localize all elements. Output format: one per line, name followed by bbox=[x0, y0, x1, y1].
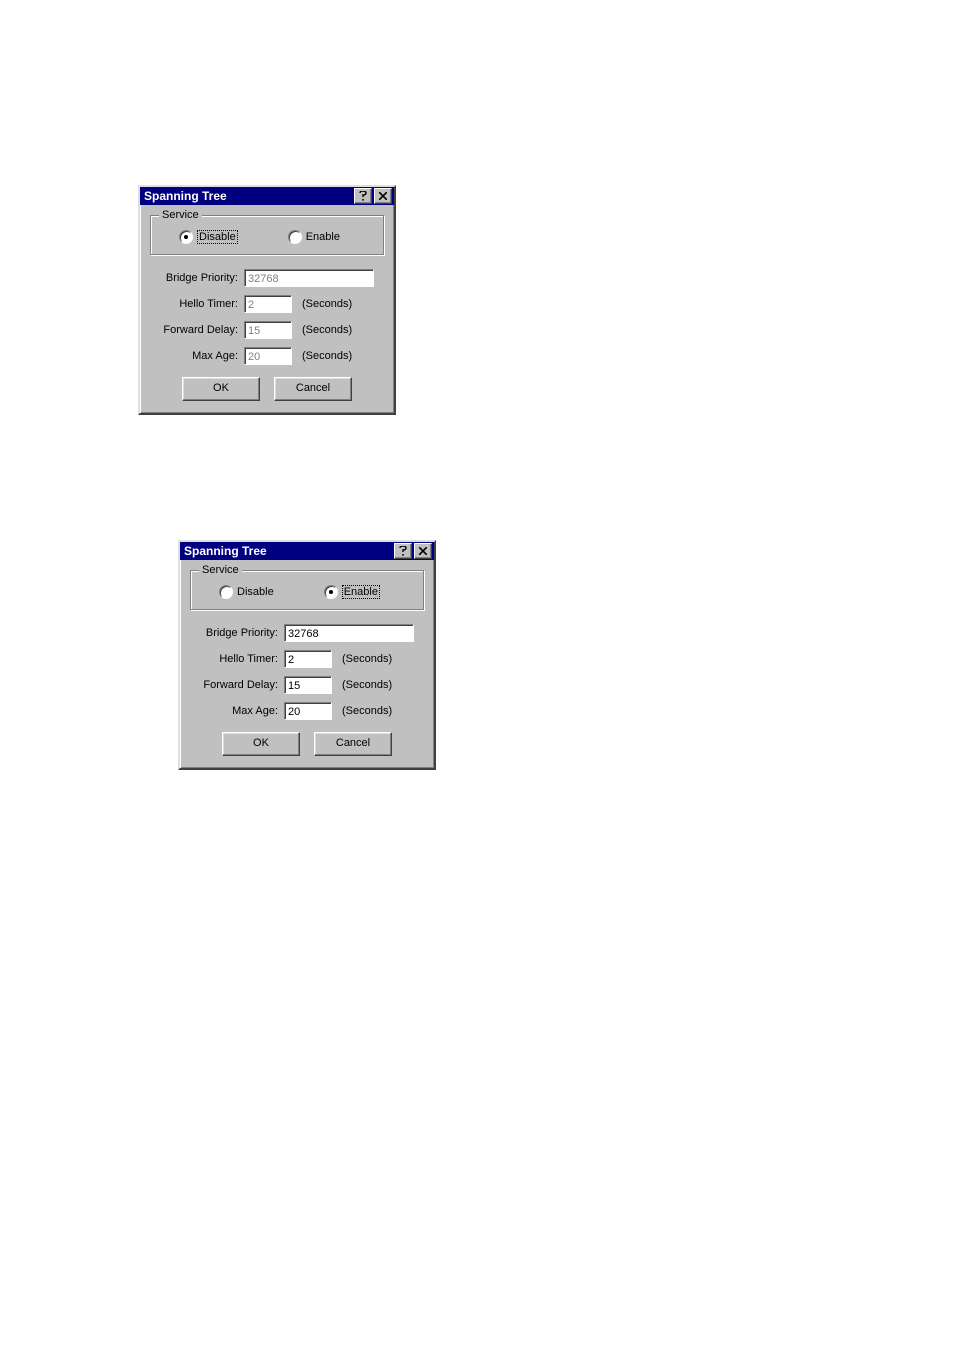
spanning-tree-dialog: Spanning Tree Service Disable Enable Bridge … bbox=[178, 540, 436, 770]
bridge-priority-row: Bridge Priority:32768 bbox=[150, 269, 384, 287]
service-group: ServiceDisableEnable bbox=[150, 215, 384, 255]
dialog-title: Spanning Tree bbox=[144, 189, 352, 203]
bridge-priority-input: 32768 bbox=[244, 269, 374, 287]
forward-delay-input: 15 bbox=[244, 321, 292, 339]
forward-delay-suffix: (Seconds) bbox=[302, 324, 352, 336]
bridge-priority-label: Bridge Priority: bbox=[190, 627, 284, 639]
hello-timer-input: 2 bbox=[244, 295, 292, 313]
max-age-input: 20 bbox=[244, 347, 292, 365]
hello-timer-label: Hello Timer: bbox=[190, 653, 284, 665]
dialog-title: Spanning Tree bbox=[184, 544, 392, 558]
max-age-label: Max Age: bbox=[150, 350, 244, 362]
service-options: Disable Enable bbox=[199, 585, 415, 599]
radio-label: Disable bbox=[199, 231, 236, 243]
forward-delay-input[interactable]: 15 bbox=[284, 676, 332, 694]
spanning-tree-dialog: Spanning Tree Service Disable Enable Bridge … bbox=[138, 185, 396, 415]
service-radio-enable[interactable]: Enable bbox=[288, 230, 340, 244]
hello-timer-suffix: (Seconds) bbox=[342, 653, 392, 665]
forward-delay-row: Forward Delay:15 (Seconds) bbox=[190, 676, 424, 694]
close-icon bbox=[419, 547, 427, 555]
dialog-client: Service Disable Enable Bridge Priority:3276… bbox=[140, 205, 394, 413]
form: Bridge Priority:32768Hello Timer:2(Secon… bbox=[190, 624, 424, 720]
radio-label: Disable bbox=[237, 586, 274, 598]
radio-label: Enable bbox=[306, 231, 340, 243]
max-age-label: Max Age: bbox=[190, 705, 284, 717]
service-radio-enable[interactable]: Enable bbox=[324, 585, 380, 599]
close-icon bbox=[379, 192, 387, 200]
bridge-priority-input[interactable]: 32768 bbox=[284, 624, 414, 642]
radio-icon bbox=[179, 230, 193, 244]
button-row: OK Cancel bbox=[190, 732, 424, 756]
form: Bridge Priority:32768Hello Timer:2(Secon… bbox=[150, 269, 384, 365]
bridge-priority-row: Bridge Priority:32768 bbox=[190, 624, 424, 642]
ok-button[interactable]: OK bbox=[222, 732, 300, 756]
service-options: Disable Enable bbox=[159, 230, 375, 244]
close-button[interactable] bbox=[414, 543, 432, 559]
hello-timer-suffix: (Seconds) bbox=[302, 298, 352, 310]
titlebar[interactable]: Spanning Tree bbox=[140, 187, 394, 205]
hello-timer-label: Hello Timer: bbox=[150, 298, 244, 310]
service-legend: Service bbox=[159, 209, 202, 221]
radio-label: Enable bbox=[344, 586, 378, 598]
help-button[interactable] bbox=[394, 543, 412, 559]
hello-timer-row: Hello Timer:2 (Seconds) bbox=[190, 650, 424, 668]
service-radio-disable[interactable]: Disable bbox=[179, 230, 238, 244]
max-age-suffix: (Seconds) bbox=[302, 350, 352, 362]
forward-delay-label: Forward Delay: bbox=[190, 679, 284, 691]
forward-delay-suffix: (Seconds) bbox=[342, 679, 392, 691]
max-age-input[interactable]: 20 bbox=[284, 702, 332, 720]
forward-delay-label: Forward Delay: bbox=[150, 324, 244, 336]
service-group: ServiceDisableEnable bbox=[190, 570, 424, 610]
dialog-client: Service Disable Enable Bridge Priority:3276… bbox=[180, 560, 434, 768]
hello-timer-row: Hello Timer:2 (Seconds) bbox=[150, 295, 384, 313]
forward-delay-row: Forward Delay:15 (Seconds) bbox=[150, 321, 384, 339]
max-age-suffix: (Seconds) bbox=[342, 705, 392, 717]
question-icon bbox=[399, 546, 407, 556]
radio-icon bbox=[219, 585, 233, 599]
bridge-priority-label: Bridge Priority: bbox=[150, 272, 244, 284]
help-button[interactable] bbox=[354, 188, 372, 204]
service-radio-disable[interactable]: Disable bbox=[219, 585, 274, 599]
service-legend: Service bbox=[199, 564, 242, 576]
ok-button[interactable]: OK bbox=[182, 377, 260, 401]
radio-icon bbox=[324, 585, 338, 599]
button-row: OK Cancel bbox=[150, 377, 384, 401]
titlebar[interactable]: Spanning Tree bbox=[180, 542, 434, 560]
max-age-row: Max Age:20 (Seconds) bbox=[150, 347, 384, 365]
question-icon bbox=[359, 191, 367, 201]
max-age-row: Max Age:20 (Seconds) bbox=[190, 702, 424, 720]
cancel-button[interactable]: Cancel bbox=[274, 377, 352, 401]
cancel-button[interactable]: Cancel bbox=[314, 732, 392, 756]
radio-icon bbox=[288, 230, 302, 244]
hello-timer-input[interactable]: 2 bbox=[284, 650, 332, 668]
close-button[interactable] bbox=[374, 188, 392, 204]
